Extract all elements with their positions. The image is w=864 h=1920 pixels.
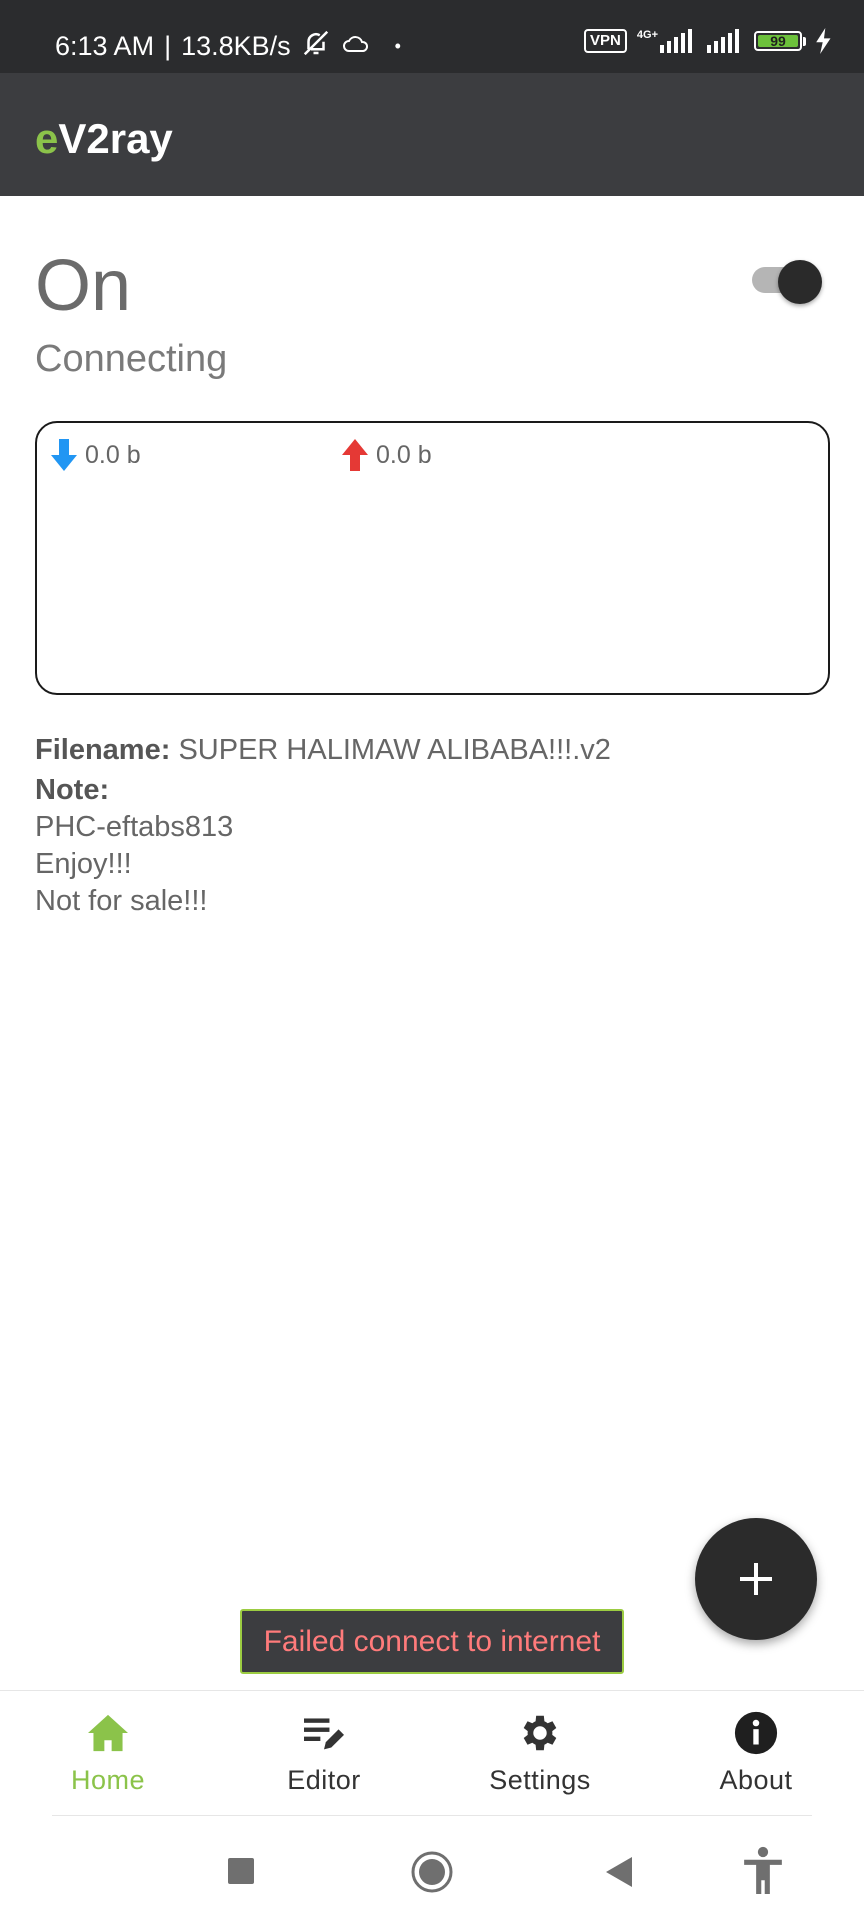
recents-button[interactable]	[226, 1856, 256, 1891]
download-traffic: 0.0 b	[51, 439, 141, 471]
nav-editor[interactable]: Editor	[224, 1709, 424, 1796]
add-config-button[interactable]	[695, 1518, 817, 1640]
gear-icon	[523, 1715, 557, 1751]
status-time: 6:13 AM	[55, 31, 155, 61]
nav-editor-label: Editor	[287, 1765, 361, 1795]
battery-level: 99	[758, 33, 798, 49]
accessibility-icon	[744, 1846, 782, 1894]
nav-about-label: About	[719, 1765, 793, 1795]
bottom-nav: Home Editor Settings About	[0, 1691, 864, 1816]
app-bar: eV2ray	[0, 73, 864, 196]
mute-bell-icon	[301, 28, 331, 65]
battery-icon: 99	[754, 31, 806, 51]
download-arrow-icon	[51, 439, 77, 471]
connection-status: Connecting	[35, 338, 228, 380]
note-line: PHC-eftabs813	[35, 811, 234, 843]
nav-about[interactable]: About	[656, 1709, 856, 1796]
note-line: Enjoy!!!	[35, 848, 132, 880]
system-nav-bar	[0, 1822, 864, 1920]
status-left: 6:13 AM | 13.8KB/s •	[55, 28, 401, 65]
app-title-accent: e	[35, 115, 59, 162]
note-label-row: Note:	[35, 772, 611, 809]
nav-settings-label: Settings	[489, 1765, 591, 1795]
note-label: Note:	[35, 774, 110, 806]
app-title: eV2ray	[35, 115, 173, 163]
config-info: Filename: SUPER HALIMAW ALIBABA!!!.v2 No…	[35, 732, 611, 920]
home-system-button[interactable]	[410, 1850, 454, 1899]
home-icon	[88, 1714, 128, 1752]
status-right: VPN 4G+ 99	[584, 28, 832, 54]
download-value: 0.0 b	[85, 440, 141, 469]
connection-toggle[interactable]	[750, 260, 822, 304]
plus-icon	[740, 1563, 772, 1595]
info-icon	[734, 1711, 778, 1755]
status-dot: •	[394, 36, 401, 56]
status-separator: |	[164, 31, 172, 61]
app-title-rest: V2ray	[58, 115, 173, 162]
square-icon	[228, 1858, 254, 1884]
signal-icon	[660, 29, 692, 53]
upload-traffic: 0.0 b	[342, 439, 432, 471]
note-line: Not for sale!!!	[35, 885, 208, 917]
status-speed: 13.8KB/s	[181, 31, 291, 61]
upload-arrow-icon	[342, 439, 368, 471]
traffic-panel: 0.0 b 0.0 b	[35, 421, 830, 695]
back-triangle-icon	[606, 1857, 632, 1887]
charging-icon	[816, 28, 831, 54]
network-type: 4G+	[637, 29, 694, 53]
circle-home-icon	[411, 1851, 453, 1893]
nav-home-label: Home	[70, 1765, 146, 1795]
status-bar: 6:13 AM | 13.8KB/s • VPN 4G+ 99	[0, 0, 864, 73]
nav-home[interactable]: Home	[8, 1709, 208, 1796]
accessibility-button[interactable]	[742, 1846, 784, 1899]
signal-icon	[707, 29, 739, 53]
nav-settings[interactable]: Settings	[440, 1709, 640, 1796]
toast-message: Failed connect to internet	[240, 1609, 624, 1674]
nav-underline	[52, 1815, 812, 1816]
back-system-button[interactable]	[604, 1855, 634, 1894]
filename-row: Filename: SUPER HALIMAW ALIBABA!!!.v2	[35, 732, 611, 769]
upload-value: 0.0 b	[376, 440, 432, 469]
filename-value: SUPER HALIMAW ALIBABA!!!.v2	[178, 734, 611, 766]
connection-state: On	[35, 246, 132, 326]
filename-label: Filename:	[35, 734, 171, 766]
vpn-badge: VPN	[584, 29, 627, 53]
cloud-icon	[341, 31, 371, 62]
editor-icon	[304, 1718, 344, 1750]
toggle-thumb	[778, 260, 822, 304]
